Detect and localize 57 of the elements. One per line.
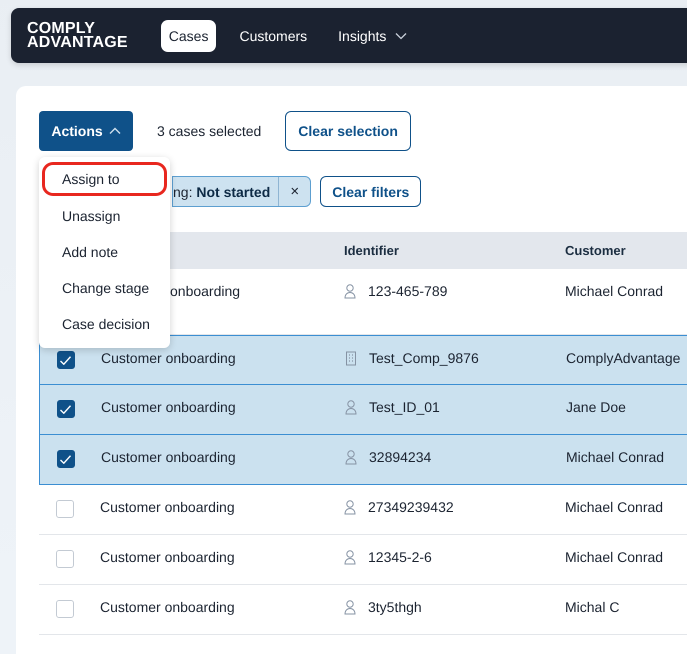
identifier: 12345-2-6 (368, 549, 432, 565)
row-checkbox[interactable] (56, 351, 74, 369)
nav-tab[interactable]: Cases (160, 20, 216, 52)
case-type: Customer onboarding (101, 449, 236, 465)
case-type: Customer onboarding (101, 399, 236, 415)
table-row[interactable]: Customer onboarding 3ty5thgh Michal C (39, 585, 687, 635)
identifier: 123-465-789 (368, 283, 448, 299)
menu-item[interactable]: Change stage (42, 270, 167, 306)
clear-selection-button[interactable]: Clear selection (285, 111, 411, 151)
clear-filters-button[interactable]: Clear filters (320, 176, 422, 207)
person-icon (344, 550, 356, 564)
identifier: 3ty5thgh (368, 599, 422, 615)
building-icon (345, 350, 357, 366)
menu-item[interactable]: Assign to (42, 162, 167, 196)
menu-item[interactable]: Add note (42, 234, 167, 270)
checkmark-icon (60, 356, 71, 364)
case-type: Customer onboarding (100, 549, 235, 565)
customer-name: ComplyAdvantage (566, 350, 680, 366)
person-icon (345, 450, 357, 464)
actions-button[interactable]: Actions (39, 111, 133, 151)
identifier: Test_ID_01 (369, 399, 440, 415)
person-icon (344, 600, 356, 614)
checkmark-icon (60, 454, 71, 464)
customer-name: Michael Conrad (565, 283, 664, 299)
nav-tab[interactable]: Insights (330, 20, 416, 52)
table-row[interactable]: Customer onboarding Test_ID_01 Jane Doe (39, 385, 687, 435)
chevron-up-icon (108, 127, 121, 135)
customer-name: Michal C (565, 599, 620, 615)
selection-count: 3 cases selected (157, 123, 262, 139)
identifier: 27349239432 (368, 499, 454, 515)
customer-name: Michael Conrad (565, 549, 664, 565)
row-checkbox[interactable] (56, 400, 74, 418)
customer-name: Michael Conrad (565, 499, 664, 515)
menu-item[interactable]: Unassign (42, 198, 167, 234)
column-header[interactable]: Identifier (334, 243, 399, 258)
remove-filter-button[interactable]: × (278, 177, 310, 206)
checkmark-icon (60, 404, 71, 414)
case-type: Customer onboarding (100, 499, 235, 515)
table-row[interactable]: Customer onboarding 12345-2-6 Michael Conrad (39, 535, 687, 585)
case-type: Customer onboarding (101, 350, 236, 366)
case-type: onboarding (170, 283, 240, 299)
customer-name: Michael Conrad (566, 449, 664, 465)
logo[interactable]: COMPLY ADVANTAGE (27, 22, 128, 50)
person-icon (344, 284, 356, 298)
table-row[interactable]: Customer onboarding 27349239432 Michael Conrad (39, 485, 687, 535)
identifier: Test_Comp_9876 (369, 350, 479, 366)
identifier: 32894234 (369, 449, 432, 465)
table-row[interactable]: Customer onboarding Test_Comp_9876 ComplyAdvantage (39, 335, 687, 385)
column-header[interactable]: Customer (555, 243, 626, 258)
person-icon (344, 500, 356, 514)
person-icon (345, 400, 357, 414)
table-row[interactable]: Customer onboarding 32894234 Michael Conrad (39, 435, 687, 485)
customer-name: Jane Doe (566, 399, 626, 415)
nav-tab[interactable]: Customers (231, 20, 316, 52)
row-checkbox[interactable] (56, 450, 74, 468)
case-type: Customer onboarding (100, 599, 235, 615)
filter-chip-label: ng: Not started (173, 184, 272, 200)
